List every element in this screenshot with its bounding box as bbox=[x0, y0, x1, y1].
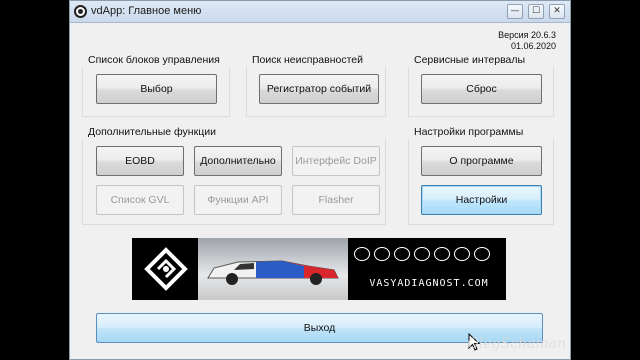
group-label-service: Сервисные интервалы bbox=[414, 54, 526, 66]
gvl-list-button: Список GVL bbox=[96, 185, 184, 215]
group-label-fault-search: Поиск неисправностей bbox=[252, 54, 363, 66]
check-engine-icon bbox=[354, 247, 370, 261]
oil-icon bbox=[454, 247, 470, 261]
flasher-button: Flasher bbox=[292, 185, 380, 215]
car-icon bbox=[207, 260, 339, 285]
reset-button[interactable]: Сброс bbox=[421, 74, 542, 104]
app-logo-icon bbox=[74, 5, 87, 18]
vasyadiagnost-banner: VASYADIAGNOST.COM bbox=[132, 238, 506, 300]
version-info: Версия 20.6.3 01.06.2020 bbox=[498, 30, 556, 52]
airbag-icon bbox=[394, 247, 410, 261]
main-window: vdApp: Главное меню — ☐ ✕ Версия 20.6.3 … bbox=[69, 0, 571, 360]
window-controls: — ☐ ✕ bbox=[507, 4, 565, 19]
abs-icon bbox=[374, 247, 390, 261]
dashboard-icons bbox=[354, 246, 502, 262]
doip-interface-button: Интерфейс DoIP bbox=[292, 146, 380, 176]
about-button[interactable]: О программе bbox=[421, 146, 542, 176]
eobd-button[interactable]: EOBD bbox=[96, 146, 184, 176]
banner-url: VASYADIAGNOST.COM bbox=[369, 278, 489, 289]
version-date: 01.06.2020 bbox=[510, 41, 556, 51]
group-label-control-units: Список блоков управления bbox=[88, 54, 220, 66]
watermark: OlegSchaman bbox=[467, 336, 566, 352]
diagnost-logo-icon bbox=[144, 247, 188, 291]
settings-button[interactable]: Настройки bbox=[421, 185, 542, 215]
car-image bbox=[198, 238, 348, 300]
select-button[interactable]: Выбор bbox=[96, 74, 217, 104]
additional-button[interactable]: Дополнительно bbox=[194, 146, 282, 176]
version-number: Версия 20.6.3 bbox=[498, 30, 556, 40]
title-bar: vdApp: Главное меню — ☐ ✕ bbox=[70, 1, 570, 23]
steering-icon bbox=[434, 247, 450, 261]
event-recorder-button[interactable]: Регистратор событий bbox=[259, 74, 379, 104]
api-functions-button: Функции API bbox=[194, 185, 282, 215]
warning-icon bbox=[414, 247, 430, 261]
minimize-button[interactable]: — bbox=[507, 4, 523, 19]
close-button[interactable]: ✕ bbox=[549, 4, 565, 19]
battery-icon bbox=[474, 247, 490, 261]
group-label-settings: Настройки программы bbox=[414, 126, 524, 138]
maximize-button[interactable]: ☐ bbox=[528, 4, 544, 19]
group-label-extra: Дополнительные функции bbox=[88, 126, 216, 138]
window-title: vdApp: Главное меню bbox=[91, 5, 202, 17]
